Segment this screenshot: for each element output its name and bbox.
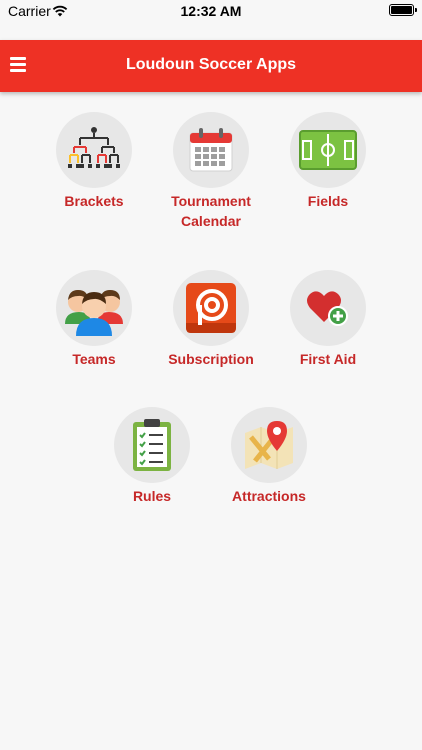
- rules-clipboard-icon: [133, 419, 171, 471]
- tile-label: Tournament Calendar: [171, 193, 251, 229]
- tile-label: Brackets: [64, 193, 124, 209]
- tile-rules[interactable]: Rules: [92, 407, 212, 506]
- status-bar: Carrier 12:32 AM: [0, 0, 422, 40]
- tile-tournament-calendar[interactable]: Tournament Calendar: [151, 112, 271, 231]
- subscription-icon: [186, 283, 236, 333]
- page-title: Loudoun Soccer Apps: [125, 56, 297, 73]
- tile-label: Teams: [72, 351, 116, 367]
- tile-subscription[interactable]: Subscription: [151, 270, 271, 369]
- calendar-icon: [189, 128, 233, 172]
- tile-brackets[interactable]: Brackets: [34, 112, 154, 211]
- tile-label: Fields: [307, 193, 349, 209]
- tile-label: Rules: [132, 488, 172, 504]
- tile-label: Attractions: [232, 488, 306, 504]
- soccer-field-icon: [299, 130, 357, 170]
- tile-label: First Aid: [299, 351, 357, 367]
- clock: 12:32 AM: [180, 3, 242, 19]
- app-header: Loudoun Soccer Apps: [0, 40, 422, 92]
- teams-icon: [65, 290, 123, 336]
- brackets-icon: [68, 127, 120, 168]
- tile-label: Subscription: [168, 351, 254, 367]
- tile-attractions[interactable]: Attractions: [209, 407, 329, 506]
- tile-fields[interactable]: Fields: [268, 112, 388, 211]
- map-pin-icon: [245, 421, 293, 469]
- tile-teams[interactable]: Teams: [34, 270, 154, 369]
- battery-icon: [389, 4, 417, 16]
- first-aid-icon: [307, 291, 348, 326]
- tile-first-aid[interactable]: First Aid: [268, 270, 388, 369]
